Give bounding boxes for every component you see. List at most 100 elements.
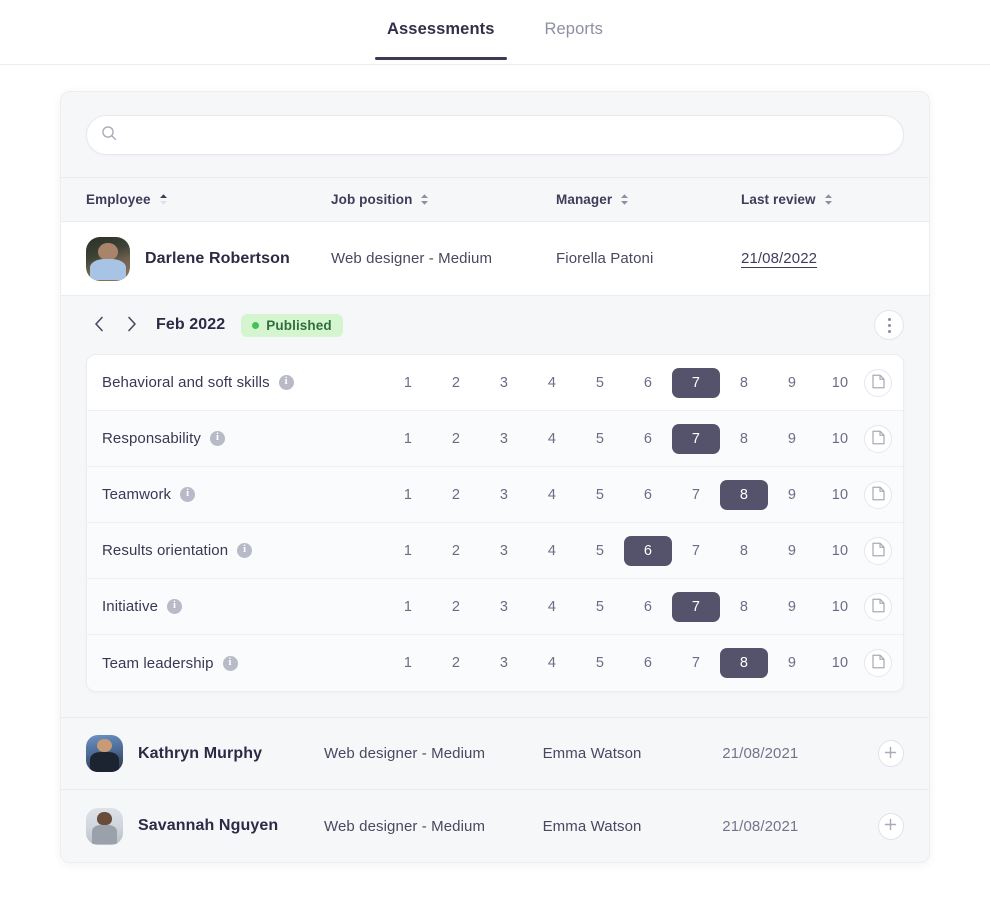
rating-option-6[interactable]: 6 — [624, 480, 672, 510]
rating-option-2[interactable]: 2 — [432, 368, 480, 398]
column-header-last-review[interactable]: Last review — [741, 192, 901, 207]
rating-option-2[interactable]: 2 — [432, 424, 480, 454]
tab-assessments[interactable]: Assessments — [375, 0, 507, 60]
last-review-link[interactable]: 21/08/2022 — [741, 250, 817, 267]
rating-option-3[interactable]: 3 — [480, 536, 528, 566]
rating-option-9[interactable]: 9 — [768, 368, 816, 398]
employee-name: Kathryn Murphy — [138, 744, 263, 762]
rating-option-10[interactable]: 10 — [816, 592, 864, 622]
search-input[interactable] — [126, 127, 889, 143]
sort-icon-last-review[interactable] — [824, 193, 833, 206]
rating-option-3[interactable]: 3 — [480, 424, 528, 454]
add-assessment-button[interactable] — [877, 740, 904, 767]
rating-option-8[interactable]: 8 — [720, 479, 768, 510]
rating-option-3[interactable]: 3 — [480, 592, 528, 622]
info-icon[interactable]: i — [180, 487, 196, 502]
skill-name-cell: Initiative i — [102, 598, 384, 615]
add-assessment-button[interactable] — [877, 812, 904, 840]
rating-option-8[interactable]: 8 — [720, 424, 768, 454]
rating-option-3[interactable]: 3 — [480, 480, 528, 510]
info-icon[interactable]: i — [278, 375, 294, 390]
rating-option-7[interactable]: 7 — [672, 480, 720, 510]
rating-option-7[interactable]: 7 — [672, 591, 720, 622]
table-row[interactable]: Savannah Nguyen Web designer - Medium Em… — [61, 790, 929, 862]
rating-option-5[interactable]: 5 — [576, 480, 624, 510]
rating-option-6[interactable]: 6 — [624, 368, 672, 398]
rating-option-9[interactable]: 9 — [768, 424, 816, 454]
sort-icon-employee[interactable] — [159, 193, 168, 206]
rating-option-4[interactable]: 4 — [528, 368, 576, 398]
rating-option-1[interactable]: 1 — [384, 368, 432, 398]
rating-option-9[interactable]: 9 — [768, 648, 816, 678]
rating-option-10[interactable]: 10 — [816, 368, 864, 398]
rating-option-4[interactable]: 4 — [528, 424, 576, 454]
rating-option-7[interactable]: 7 — [672, 423, 720, 454]
rating-option-1[interactable]: 1 — [384, 480, 432, 510]
rating-option-3[interactable]: 3 — [480, 368, 528, 398]
rating-option-2[interactable]: 2 — [432, 592, 480, 622]
rating-option-9[interactable]: 9 — [768, 592, 816, 622]
table-row[interactable]: Darlene Robertson Web designer - Medium … — [61, 222, 929, 296]
rating-option-10[interactable]: 10 — [816, 648, 864, 678]
rating-option-1[interactable]: 1 — [384, 592, 432, 622]
info-icon[interactable]: i — [237, 543, 253, 558]
rating-option-5[interactable]: 5 — [576, 536, 624, 566]
rating-option-8[interactable]: 8 — [720, 368, 768, 398]
rating-option-6[interactable]: 6 — [624, 535, 672, 566]
rating-option-7[interactable]: 7 — [672, 367, 720, 398]
note-button[interactable] — [864, 536, 892, 565]
sort-icon-manager[interactable] — [620, 193, 629, 206]
rating-option-2[interactable]: 2 — [432, 648, 480, 678]
column-header-employee[interactable]: Employee — [86, 192, 331, 207]
rating-option-5[interactable]: 5 — [576, 592, 624, 622]
rating-option-10[interactable]: 10 — [816, 480, 864, 510]
info-icon[interactable]: i — [209, 431, 225, 446]
rating-option-5[interactable]: 5 — [576, 368, 624, 398]
rating-option-1[interactable]: 1 — [384, 648, 432, 678]
rating-option-10[interactable]: 10 — [816, 424, 864, 454]
rating-option-6[interactable]: 6 — [624, 592, 672, 622]
note-button[interactable] — [864, 368, 892, 397]
more-options-button[interactable] — [874, 310, 904, 340]
rating-option-1[interactable]: 1 — [384, 536, 432, 566]
plus-icon — [884, 746, 897, 762]
table-row[interactable]: Kathryn Murphy Web designer - Medium Emm… — [61, 718, 929, 790]
rating-option-4[interactable]: 4 — [528, 536, 576, 566]
rating-option-2[interactable]: 2 — [432, 536, 480, 566]
rating-option-3[interactable]: 3 — [480, 648, 528, 678]
note-button[interactable] — [864, 424, 892, 453]
rating-option-4[interactable]: 4 — [528, 592, 576, 622]
column-header-manager[interactable]: Manager — [556, 192, 741, 207]
rating-option-2[interactable]: 2 — [432, 480, 480, 510]
rating-option-7[interactable]: 7 — [672, 648, 720, 678]
rating-option-9[interactable]: 9 — [768, 480, 816, 510]
sort-icon-job-position[interactable] — [420, 193, 429, 206]
next-period-button[interactable] — [118, 312, 144, 338]
info-icon[interactable]: i — [222, 655, 238, 671]
skill-name-cell: Behavioral and soft skills i — [102, 374, 384, 391]
tab-reports[interactable]: Reports — [533, 0, 615, 59]
skill-row: Teamwork i 1 2 3 4 5 6 7 8 9 10 — [87, 467, 903, 523]
rating-option-5[interactable]: 5 — [576, 648, 624, 678]
note-button[interactable] — [864, 649, 892, 677]
search-box[interactable] — [86, 115, 904, 155]
rating-option-8[interactable]: 8 — [720, 648, 768, 678]
previous-period-button[interactable] — [86, 312, 112, 338]
rating-option-1[interactable]: 1 — [384, 424, 432, 454]
rating-option-4[interactable]: 4 — [528, 480, 576, 510]
rating-option-8[interactable]: 8 — [720, 592, 768, 622]
rating-option-9[interactable]: 9 — [768, 536, 816, 566]
note-button[interactable] — [864, 480, 892, 509]
rating-option-6[interactable]: 6 — [624, 424, 672, 454]
rating-option-6[interactable]: 6 — [624, 648, 672, 678]
manager-cell: Emma Watson — [543, 745, 723, 762]
note-button[interactable] — [864, 592, 892, 621]
rating-option-4[interactable]: 4 — [528, 648, 576, 678]
skill-name-label: Results orientation — [102, 542, 229, 559]
info-icon[interactable]: i — [167, 599, 183, 614]
rating-option-10[interactable]: 10 — [816, 536, 864, 566]
rating-option-5[interactable]: 5 — [576, 424, 624, 454]
rating-option-8[interactable]: 8 — [720, 536, 768, 566]
column-header-job-position[interactable]: Job position — [331, 192, 556, 207]
rating-option-7[interactable]: 7 — [672, 536, 720, 566]
